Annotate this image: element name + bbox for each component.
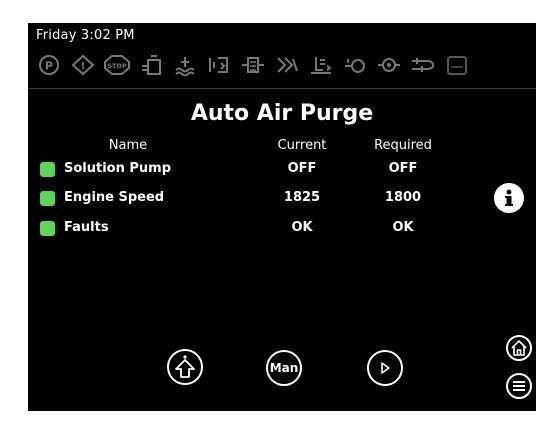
row-required: 1800 <box>384 190 422 205</box>
row-required: OK <box>392 220 414 235</box>
coolant-icon <box>170 53 200 77</box>
status-led <box>40 162 55 177</box>
info-icon <box>505 189 513 206</box>
column-header-required: Required <box>374 138 432 153</box>
arrow-up-icon <box>175 355 195 378</box>
oil-pressure-icon <box>374 53 404 77</box>
row-current: 1825 <box>283 190 321 205</box>
row-required: OFF <box>388 161 418 176</box>
info-button[interactable] <box>494 183 524 213</box>
home-icon <box>511 340 527 356</box>
row-name: Faults <box>64 220 109 235</box>
up-button[interactable] <box>167 349 203 385</box>
svg-text:STOP: STOP <box>107 62 127 70</box>
status-icons: P ! STOP <box>34 53 472 77</box>
hose-icon <box>408 53 438 77</box>
manual-button[interactable]: Man <box>266 350 302 386</box>
menu-icon <box>513 381 525 391</box>
column-header-current: Current <box>277 138 327 153</box>
home-button[interactable] <box>506 335 532 361</box>
row-name: Engine Speed <box>64 190 165 205</box>
manual-button-label: Man <box>269 361 299 375</box>
stop-icon: STOP <box>102 53 132 77</box>
status-led <box>40 221 55 236</box>
parking-brake-icon: P <box>34 53 64 77</box>
hmi-screen: Friday 3:02 PM P ! STOP Auto Air Purge N… <box>28 23 536 411</box>
engine-icon <box>340 53 370 77</box>
next-button[interactable] <box>367 350 403 386</box>
menu-button[interactable] <box>506 373 532 399</box>
svg-text:!: ! <box>81 61 86 72</box>
filter-icon <box>238 53 268 77</box>
reservoir-icon <box>442 53 472 77</box>
row-current: OK <box>291 220 313 235</box>
oil-level-icon <box>306 53 336 77</box>
table-row: Faults OK OK <box>28 218 536 240</box>
pressure-icon <box>204 53 234 77</box>
table-row: Solution Pump OFF OFF <box>28 159 536 181</box>
svg-text:P: P <box>45 60 53 73</box>
table-row: Engine Speed 1825 1800 <box>28 188 536 210</box>
play-icon <box>381 362 390 374</box>
row-current: OFF <box>287 161 317 176</box>
page-title: Auto Air Purge <box>190 101 374 126</box>
column-header-name: Name <box>108 138 148 153</box>
tank-level-icon <box>136 53 166 77</box>
warning-icon: ! <box>68 53 98 77</box>
row-name: Solution Pump <box>64 161 172 176</box>
status-led <box>40 191 55 206</box>
fan-icon <box>272 53 302 77</box>
clock: Friday 3:02 PM <box>36 28 135 43</box>
status-bar: Friday 3:02 PM P ! STOP <box>28 23 536 89</box>
